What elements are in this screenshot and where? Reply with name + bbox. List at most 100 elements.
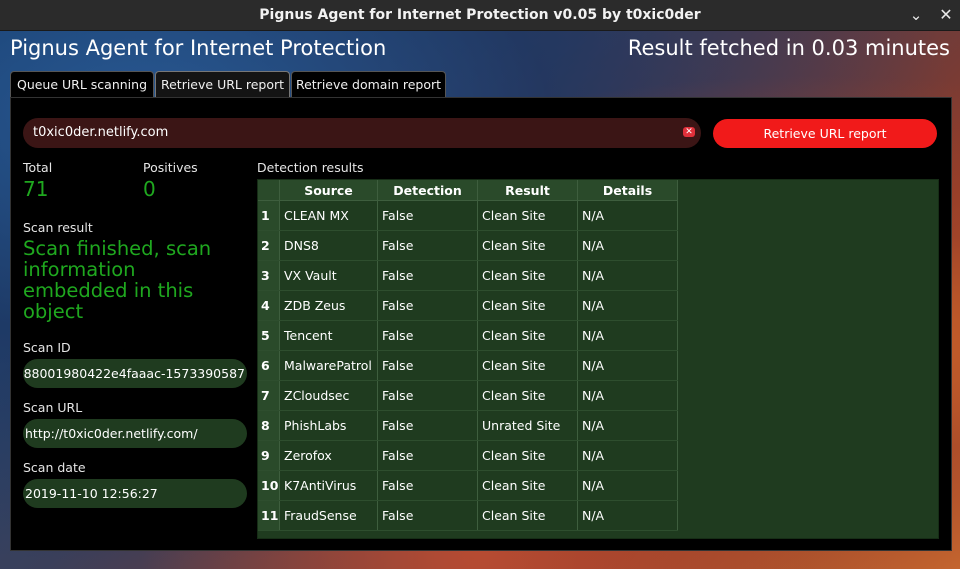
cell-details[interactable]: N/A — [577, 380, 678, 411]
tab-retrieve-url-report[interactable]: Retrieve URL report — [155, 71, 290, 98]
row-number[interactable]: 1 — [258, 200, 280, 231]
scan-id-label: Scan ID — [23, 340, 71, 355]
cell-details[interactable]: N/A — [577, 410, 678, 441]
cell-detection[interactable]: False — [377, 200, 478, 231]
detection-results-table[interactable]: Source Detection Result Details 1 CLEAN M… — [257, 179, 939, 539]
cell-detection[interactable]: False — [377, 380, 478, 411]
cell-details[interactable]: N/A — [577, 230, 678, 261]
cell-result[interactable]: Clean Site — [477, 350, 578, 381]
cell-result[interactable]: Clean Site — [477, 380, 578, 411]
cell-source[interactable]: FraudSense — [279, 500, 378, 531]
close-icon: ✕ — [939, 5, 953, 24]
column-header-source[interactable]: Source — [279, 180, 378, 201]
cell-source[interactable]: ZDB Zeus — [279, 290, 378, 321]
cell-details[interactable]: N/A — [577, 350, 678, 381]
column-header-detection[interactable]: Detection — [377, 180, 478, 201]
table-row[interactable]: 7 ZCloudsec False Clean Site N/A — [258, 380, 678, 411]
window-title: Pignus Agent for Internet Protection v0.… — [259, 7, 701, 23]
cell-details[interactable]: N/A — [577, 320, 678, 351]
row-number[interactable]: 6 — [258, 350, 280, 381]
retrieve-url-report-button[interactable]: Retrieve URL report — [713, 119, 937, 148]
cell-detection[interactable]: False — [377, 410, 478, 441]
table-corner[interactable] — [258, 180, 280, 201]
row-number[interactable]: 9 — [258, 440, 280, 471]
row-number[interactable]: 2 — [258, 230, 280, 261]
cell-details[interactable]: N/A — [577, 260, 678, 291]
table-row[interactable]: 8 PhishLabs False Unrated Site N/A — [258, 410, 678, 441]
row-number[interactable]: 4 — [258, 290, 280, 321]
cell-source[interactable]: Zerofox — [279, 440, 378, 471]
detection-results-label: Detection results — [257, 160, 364, 175]
cell-source[interactable]: DNS8 — [279, 230, 378, 261]
table-row[interactable]: 9 Zerofox False Clean Site N/A — [258, 440, 678, 471]
table-row[interactable]: 5 Tencent False Clean Site N/A — [258, 320, 678, 351]
close-button[interactable]: ✕ — [936, 5, 956, 25]
column-header-result[interactable]: Result — [477, 180, 578, 201]
cell-details[interactable]: N/A — [577, 470, 678, 501]
cell-result[interactable]: Clean Site — [477, 440, 578, 471]
cell-result[interactable]: Clean Site — [477, 500, 578, 531]
scan-url-label: Scan URL — [23, 400, 83, 415]
row-number[interactable]: 11 — [258, 500, 280, 531]
tab-queue-url-scanning[interactable]: Queue URL scanning — [10, 71, 154, 98]
cell-result[interactable]: Clean Site — [477, 320, 578, 351]
close-icon[interactable]: ✕ — [683, 127, 695, 137]
cell-source[interactable]: K7AntiVirus — [279, 470, 378, 501]
cell-source[interactable]: Tencent — [279, 320, 378, 351]
cell-detection[interactable]: False — [377, 500, 478, 531]
cell-result[interactable]: Clean Site — [477, 260, 578, 291]
table-row[interactable]: 4 ZDB Zeus False Clean Site N/A — [258, 290, 678, 321]
row-number[interactable]: 8 — [258, 410, 280, 441]
scan-date-field[interactable]: 2019-11-10 12:56:27 — [23, 479, 247, 508]
scan-id-value: 8ad88001980422e4faaac-1573390587 — [23, 366, 245, 381]
scan-url-field[interactable]: http://t0xic0der.netlify.com/ — [23, 419, 247, 448]
row-number[interactable]: 5 — [258, 320, 280, 351]
app-title: Pignus Agent for Internet Protection — [10, 36, 387, 60]
table-row[interactable]: 3 VX Vault False Clean Site N/A — [258, 260, 678, 291]
minimize-button[interactable]: ⌄ — [906, 5, 926, 25]
cell-source[interactable]: ZCloudsec — [279, 380, 378, 411]
cell-source[interactable]: MalwarePatrol — [279, 350, 378, 381]
cell-result[interactable]: Unrated Site — [477, 410, 578, 441]
cell-details[interactable]: N/A — [577, 440, 678, 471]
positives-value: 0 — [143, 177, 156, 201]
cell-result[interactable]: Clean Site — [477, 200, 578, 231]
fetch-status: Result fetched in 0.03 minutes — [627, 36, 950, 60]
cell-result[interactable]: Clean Site — [477, 470, 578, 501]
cell-result[interactable]: Clean Site — [477, 230, 578, 261]
cell-detection[interactable]: False — [377, 350, 478, 381]
row-number[interactable]: 7 — [258, 380, 280, 411]
tab-retrieve-domain-report[interactable]: Retrieve domain report — [291, 71, 446, 98]
url-input-value: t0xic0der.netlify.com — [33, 125, 169, 140]
total-value: 71 — [23, 177, 49, 201]
scan-id-field[interactable]: 8ad88001980422e4faaac-1573390587 — [23, 359, 247, 388]
table-row[interactable]: 2 DNS8 False Clean Site N/A — [258, 230, 678, 261]
table-row[interactable]: 11 FraudSense False Clean Site N/A — [258, 500, 678, 531]
cell-detection[interactable]: False — [377, 290, 478, 321]
cell-source[interactable]: PhishLabs — [279, 410, 378, 441]
row-number[interactable]: 10 — [258, 470, 280, 501]
scan-result-label: Scan result — [23, 220, 93, 235]
table-row[interactable]: 6 MalwarePatrol False Clean Site N/A — [258, 350, 678, 381]
cell-detection[interactable]: False — [377, 260, 478, 291]
scan-date-label: Scan date — [23, 460, 86, 475]
total-label: Total — [23, 160, 53, 175]
column-header-details[interactable]: Details — [577, 180, 678, 201]
cell-result[interactable]: Clean Site — [477, 290, 578, 321]
row-number[interactable]: 3 — [258, 260, 280, 291]
cell-source[interactable]: VX Vault — [279, 260, 378, 291]
cell-detection[interactable]: False — [377, 470, 478, 501]
cell-details[interactable]: N/A — [577, 290, 678, 321]
cell-detection[interactable]: False — [377, 230, 478, 261]
title-bar: Pignus Agent for Internet Protection v0.… — [0, 0, 960, 31]
cell-detection[interactable]: False — [377, 440, 478, 471]
cell-details[interactable]: N/A — [577, 200, 678, 231]
url-input[interactable]: t0xic0der.netlify.com ✕ — [23, 118, 701, 148]
cell-source[interactable]: CLEAN MX — [279, 200, 378, 231]
table-row[interactable]: 10 K7AntiVirus False Clean Site N/A — [258, 470, 678, 501]
cell-detection[interactable]: False — [377, 320, 478, 351]
table-row[interactable]: 1 CLEAN MX False Clean Site N/A — [258, 200, 678, 231]
cell-details[interactable]: N/A — [577, 500, 678, 531]
positives-label: Positives — [143, 160, 198, 175]
tab-panel: t0xic0der.netlify.com ✕ Retrieve URL rep… — [10, 97, 952, 551]
